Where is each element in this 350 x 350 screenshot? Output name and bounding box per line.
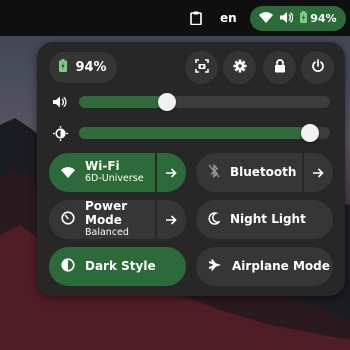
bluetooth-title: Bluetooth <box>230 164 297 179</box>
brightness-slider-fill <box>79 127 310 139</box>
volume-slider[interactable] <box>79 93 330 111</box>
night-light-toggle[interactable]: Night Light <box>196 200 333 239</box>
wifi-network-name: 6D-Universe <box>85 172 144 184</box>
power-icon <box>311 58 325 77</box>
system-status-indicator[interactable]: 94% <box>250 6 346 31</box>
battery-icon <box>59 59 68 76</box>
wifi-toggle[interactable]: Wi-Fi 6D-Universe <box>49 153 155 192</box>
lock-screen-button[interactable] <box>263 51 296 84</box>
bluetooth-disabled-icon <box>208 163 220 182</box>
tile-night-light[interactable]: Night Light <box>196 200 333 239</box>
screenshot-icon <box>194 58 209 77</box>
night-light-title: Night Light <box>230 211 306 226</box>
brightness-slider-handle[interactable] <box>300 124 319 142</box>
airplane-mode-title: Airplane Mode <box>232 258 330 273</box>
volume-icon[interactable] <box>52 94 68 110</box>
tile-dark-style[interactable]: Dark Style <box>49 247 186 286</box>
tile-bluetooth: Bluetooth <box>196 153 333 192</box>
battery-button[interactable]: 94% <box>49 52 117 83</box>
moon-icon <box>208 210 222 229</box>
wifi-icon <box>61 163 75 182</box>
power-button[interactable] <box>301 51 334 84</box>
power-mode-toggle[interactable]: Power Mode Balanced <box>49 200 155 239</box>
tile-wifi: Wi-Fi 6D-Universe <box>49 153 186 192</box>
arrow-right-icon <box>166 163 177 182</box>
dark-style-title: Dark Style <box>85 258 156 273</box>
airplane-mode-toggle[interactable]: Airplane Mode <box>196 247 333 286</box>
dark-style-toggle[interactable]: Dark Style <box>49 247 186 286</box>
bluetooth-toggle[interactable]: Bluetooth <box>196 153 302 192</box>
settings-button[interactable] <box>223 51 256 84</box>
volume-slider-fill <box>79 96 167 108</box>
brightness-icon[interactable] <box>52 125 68 141</box>
volume-icon <box>280 11 294 26</box>
wifi-title: Wi-Fi <box>85 159 120 174</box>
gauge-icon <box>61 210 75 229</box>
volume-slider-handle[interactable] <box>157 93 176 111</box>
airplane-icon <box>208 257 222 276</box>
battery-percentage-label: 94% <box>75 60 107 75</box>
screenshot-button[interactable] <box>185 51 218 84</box>
dark-mode-icon <box>61 257 75 276</box>
clipboard-icon[interactable] <box>188 10 204 26</box>
battery-icon <box>300 11 308 26</box>
power-mode-value: Balanced <box>85 226 129 238</box>
tile-airplane-mode[interactable]: Airplane Mode <box>196 247 333 286</box>
brightness-slider[interactable] <box>79 124 330 142</box>
arrow-right-icon <box>313 163 324 182</box>
tile-power-mode: Power Mode Balanced <box>49 200 186 239</box>
gear-icon <box>233 58 247 77</box>
wifi-icon <box>259 11 274 26</box>
arrow-right-icon <box>166 210 177 229</box>
keyboard-language[interactable]: en <box>220 8 237 28</box>
battery-percentage: 94% <box>310 12 337 25</box>
lock-icon <box>274 58 286 77</box>
power-mode-title: Power Mode <box>85 200 128 228</box>
